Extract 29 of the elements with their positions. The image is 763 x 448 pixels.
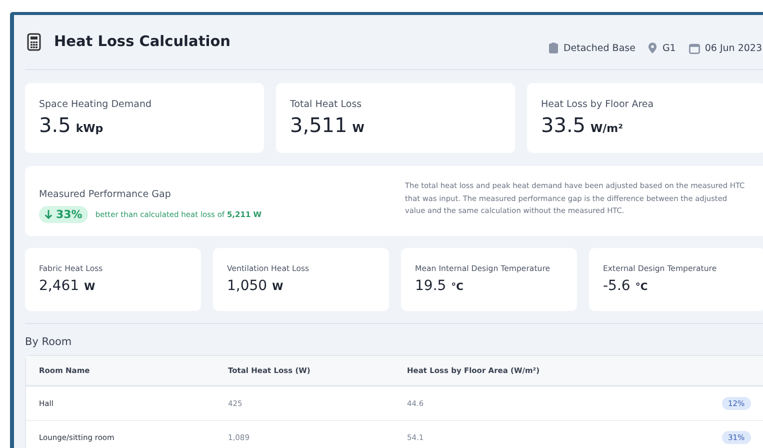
card-label: Measured Performance Gap — [39, 189, 171, 200]
unit-text: W — [352, 122, 364, 135]
badge-text: 33% — [56, 208, 82, 221]
unit-text: W — [272, 282, 284, 293]
card-label: Total Heat Loss — [290, 99, 363, 110]
meta-text: Detached Base — [563, 42, 636, 54]
clipboard-icon — [549, 42, 558, 54]
calculator-icon — [27, 33, 41, 51]
page-title: Heat Loss Calculation — [54, 34, 230, 50]
card-value: 2,461 — [39, 278, 80, 294]
meta-text: 06 Jun 2023 — [704, 42, 762, 54]
calendar-icon — [688, 42, 700, 54]
card-value: 19.5 — [415, 278, 446, 294]
unit-text: kWp — [76, 122, 104, 135]
unit-text: °C — [451, 282, 464, 293]
card-label: Space Heating Demand — [39, 99, 153, 110]
card-label: Heat Loss by Floor Area — [541, 99, 655, 110]
card-value: 3.5 — [39, 113, 71, 137]
down-arrow-icon — [44, 209, 53, 220]
meta-text: G1 — [662, 42, 676, 54]
section-title: By Room — [25, 336, 73, 348]
card-value: 33.5 — [541, 113, 586, 137]
card-value: -5.6 — [603, 278, 630, 294]
location-pin-icon — [648, 42, 658, 54]
unit-text: W — [84, 282, 96, 293]
unit-text: W/m² — [590, 122, 623, 135]
unit-text: °C — [635, 282, 648, 293]
card-value: 3,511 — [290, 113, 348, 137]
card-value: 1,050 — [227, 278, 268, 294]
